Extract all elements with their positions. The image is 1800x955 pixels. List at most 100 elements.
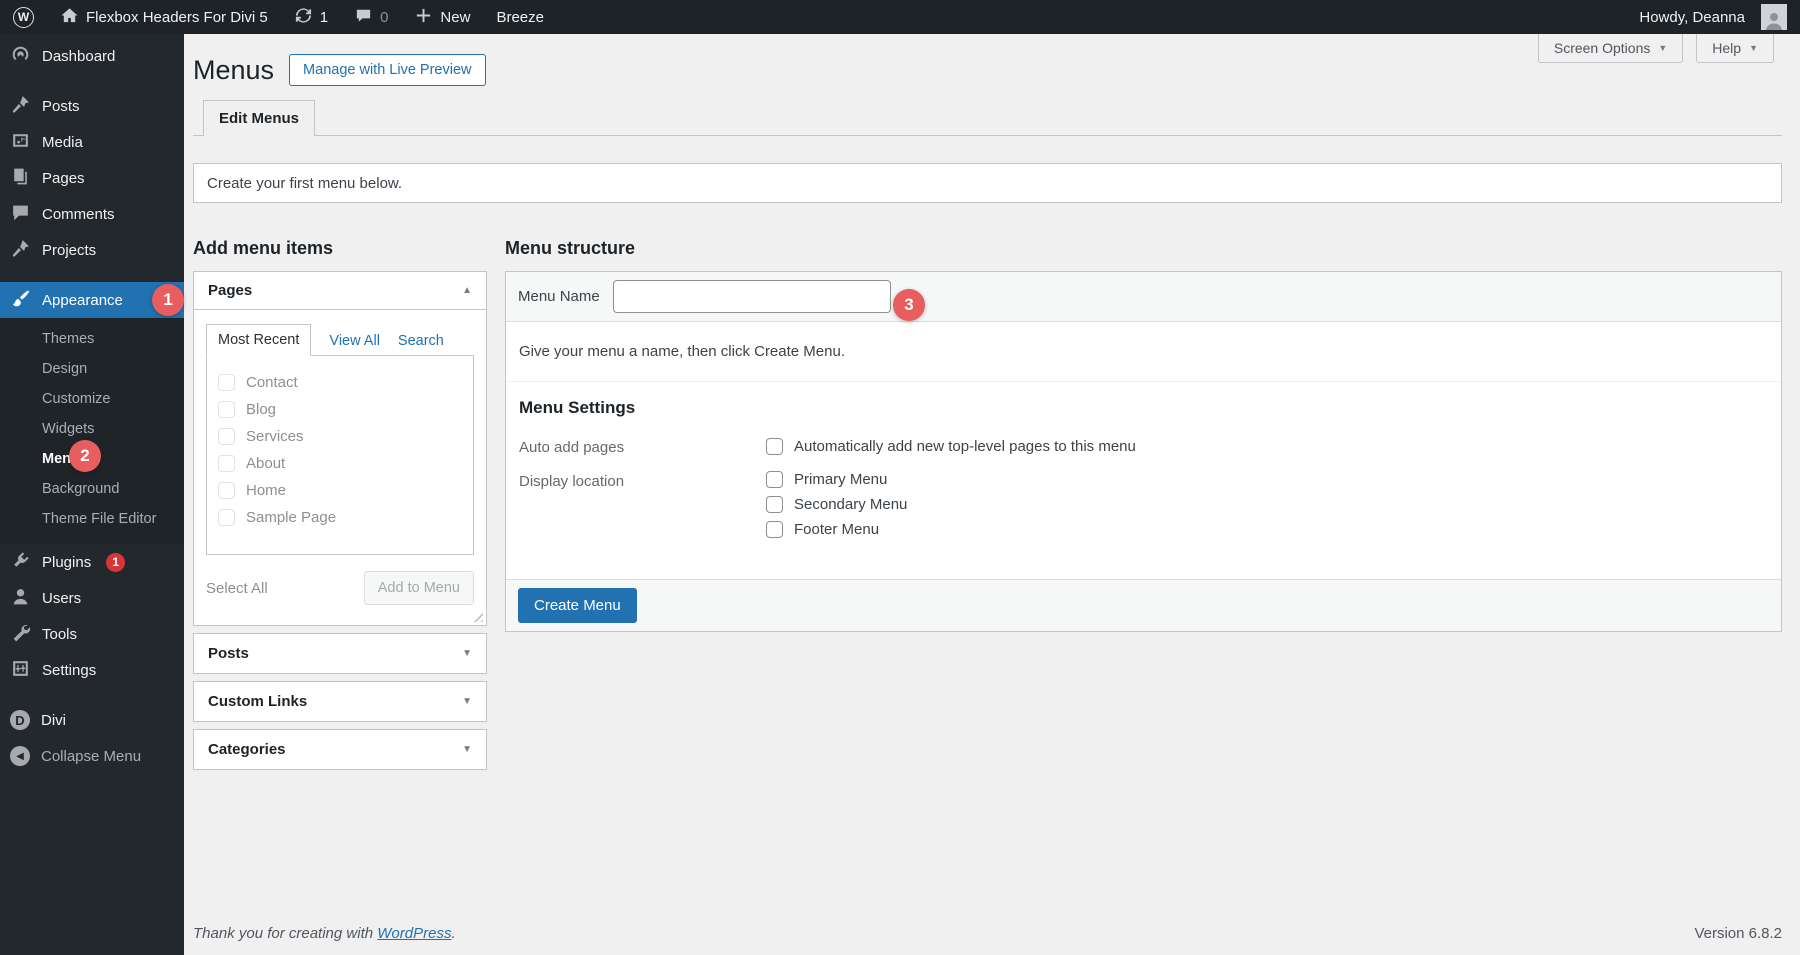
page-checkbox-row: Blog bbox=[218, 396, 462, 423]
submenu-item-theme-file-editor[interactable]: Theme File Editor bbox=[0, 504, 184, 534]
chevron-down-icon[interactable]: ▼ bbox=[462, 696, 472, 707]
admin-bar-left: W Flexbox Headers For Divi 5 1 0 New Bre… bbox=[0, 0, 557, 34]
admin-bar: W Flexbox Headers For Divi 5 1 0 New Bre… bbox=[0, 0, 1800, 34]
chevron-up-icon[interactable]: ▲ bbox=[462, 285, 472, 296]
home-icon bbox=[60, 6, 79, 29]
select-all-link[interactable]: Select All bbox=[206, 580, 268, 597]
chevron-down-icon[interactable]: ▼ bbox=[462, 744, 472, 755]
sidebar-item-posts[interactable]: Posts bbox=[0, 88, 184, 124]
divi-icon: D bbox=[10, 710, 30, 730]
main-content: Screen Options ▼ Help ▼ Menus Manage wit… bbox=[184, 34, 1800, 955]
checkbox[interactable] bbox=[766, 438, 783, 455]
updates-indicator[interactable]: 1 bbox=[281, 0, 341, 34]
site-name-link[interactable]: Flexbox Headers For Divi 5 bbox=[47, 0, 281, 34]
checkbox[interactable] bbox=[218, 509, 235, 526]
chevron-down-icon: ▼ bbox=[1749, 43, 1758, 53]
nav-tab-wrapper: Edit Menus bbox=[193, 99, 1782, 136]
page-item-label: Sample Page bbox=[246, 509, 336, 526]
sidebar-item-media[interactable]: Media bbox=[0, 124, 184, 160]
menu-structure-heading: Menu structure bbox=[505, 238, 1782, 259]
sidebar-label: Appearance bbox=[42, 292, 123, 309]
sidebar-item-plugins[interactable]: Plugins 1 bbox=[0, 544, 184, 580]
chevron-down-icon[interactable]: ▼ bbox=[462, 648, 472, 659]
posts-panel-title: Posts bbox=[208, 645, 249, 662]
sidebar-label: Plugins bbox=[42, 554, 91, 571]
sidebar-label: Divi bbox=[41, 712, 66, 729]
admin-sidebar: Dashboard Posts Media Pages Comments Pro… bbox=[0, 34, 184, 955]
plugin-update-badge: 1 bbox=[106, 553, 125, 572]
screen-meta-links: Screen Options ▼ Help ▼ bbox=[1538, 34, 1774, 63]
plus-icon bbox=[414, 6, 433, 29]
page-title: Menus bbox=[193, 55, 274, 86]
categories-panel: Categories ▼ bbox=[193, 729, 487, 770]
thanks-text: Thank you for creating with WordPress. bbox=[193, 925, 456, 942]
tab-search[interactable]: Search bbox=[398, 326, 444, 356]
checkbox[interactable] bbox=[218, 401, 235, 418]
submenu-item-customize[interactable]: Customize bbox=[0, 384, 184, 414]
new-content-menu[interactable]: New bbox=[401, 0, 483, 34]
page-item-label: About bbox=[246, 455, 285, 472]
posts-panel-header[interactable]: Posts ▼ bbox=[194, 634, 486, 673]
sidebar-label: Collapse Menu bbox=[41, 748, 141, 765]
add-menu-items-column: Add menu items Pages ▲ Most Recent View … bbox=[193, 203, 487, 770]
tab-view-all[interactable]: View All bbox=[329, 326, 380, 356]
tab-most-recent[interactable]: Most Recent bbox=[206, 324, 311, 356]
my-account-menu[interactable]: Howdy, Deanna bbox=[1626, 0, 1800, 34]
tab-edit-menus[interactable]: Edit Menus bbox=[203, 100, 315, 136]
location-label: Primary Menu bbox=[794, 471, 887, 488]
pages-panel-title: Pages bbox=[208, 282, 252, 299]
notice-text: Create your first menu below. bbox=[207, 175, 402, 192]
checkbox[interactable] bbox=[766, 496, 783, 513]
sidebar-item-users[interactable]: Users bbox=[0, 580, 184, 616]
pushpin-icon bbox=[10, 94, 31, 119]
location-label: Secondary Menu bbox=[794, 496, 907, 513]
custom-links-panel-header[interactable]: Custom Links ▼ bbox=[194, 682, 486, 721]
sidebar-item-dashboard[interactable]: Dashboard bbox=[0, 38, 184, 74]
checkbox[interactable] bbox=[218, 428, 235, 445]
create-menu-notice: Create your first menu below. bbox=[193, 163, 1782, 203]
create-menu-button[interactable]: Create Menu bbox=[518, 588, 637, 623]
checkbox[interactable] bbox=[218, 455, 235, 472]
menu-name-input[interactable] bbox=[613, 280, 891, 313]
submenu-item-design[interactable]: Design bbox=[0, 354, 184, 384]
add-to-menu-button[interactable]: Add to Menu bbox=[364, 571, 474, 605]
sidebar-item-settings[interactable]: Settings bbox=[0, 652, 184, 688]
page-checkbox-row: Services bbox=[218, 423, 462, 450]
new-label: New bbox=[440, 9, 470, 26]
help-button[interactable]: Help ▼ bbox=[1696, 34, 1774, 63]
wordpress-link[interactable]: WordPress bbox=[377, 925, 451, 942]
comments-indicator[interactable]: 0 bbox=[341, 0, 401, 34]
sidebar-item-pages[interactable]: Pages bbox=[0, 160, 184, 196]
sliders-icon bbox=[10, 658, 31, 683]
categories-panel-title: Categories bbox=[208, 741, 286, 758]
submenu-item-themes[interactable]: Themes bbox=[0, 324, 184, 354]
checkbox[interactable] bbox=[218, 374, 235, 391]
page-checkbox-row: Contact bbox=[218, 369, 462, 396]
screen-options-button[interactable]: Screen Options ▼ bbox=[1538, 34, 1683, 63]
dashboard-icon bbox=[10, 44, 31, 69]
auto-add-checkbox-label: Automatically add new top-level pages to… bbox=[794, 438, 1136, 455]
submenu-item-background[interactable]: Background bbox=[0, 474, 184, 504]
sidebar-item-projects[interactable]: Projects bbox=[0, 232, 184, 268]
wordpress-logo-icon: W bbox=[13, 7, 34, 28]
wordpress-logo-menu[interactable]: W bbox=[0, 0, 47, 34]
pages-panel-actions: Select All Add to Menu bbox=[206, 571, 474, 611]
checkbox[interactable] bbox=[766, 471, 783, 488]
sidebar-item-divi[interactable]: D Divi bbox=[0, 702, 184, 738]
page-item-label: Home bbox=[246, 482, 286, 499]
manage-live-preview-button[interactable]: Manage with Live Preview bbox=[289, 54, 485, 86]
pages-panel-header[interactable]: Pages ▲ bbox=[194, 272, 486, 310]
breeze-menu[interactable]: Breeze bbox=[483, 0, 557, 34]
auto-add-pages-row: Auto add pages Automatically add new top… bbox=[519, 437, 1768, 456]
sidebar-item-collapse-menu[interactable]: ◀ Collapse Menu bbox=[0, 738, 184, 774]
menu-settings-heading: Menu Settings bbox=[519, 398, 1768, 418]
sidebar-item-tools[interactable]: Tools bbox=[0, 616, 184, 652]
checkbox[interactable] bbox=[218, 482, 235, 499]
checkbox[interactable] bbox=[766, 521, 783, 538]
plugin-icon bbox=[10, 550, 31, 575]
add-menu-items-heading: Add menu items bbox=[193, 238, 487, 259]
user-icon bbox=[10, 586, 31, 611]
submenu-item-widgets[interactable]: Widgets bbox=[0, 414, 184, 444]
sidebar-item-comments[interactable]: Comments bbox=[0, 196, 184, 232]
categories-panel-header[interactable]: Categories ▼ bbox=[194, 730, 486, 769]
